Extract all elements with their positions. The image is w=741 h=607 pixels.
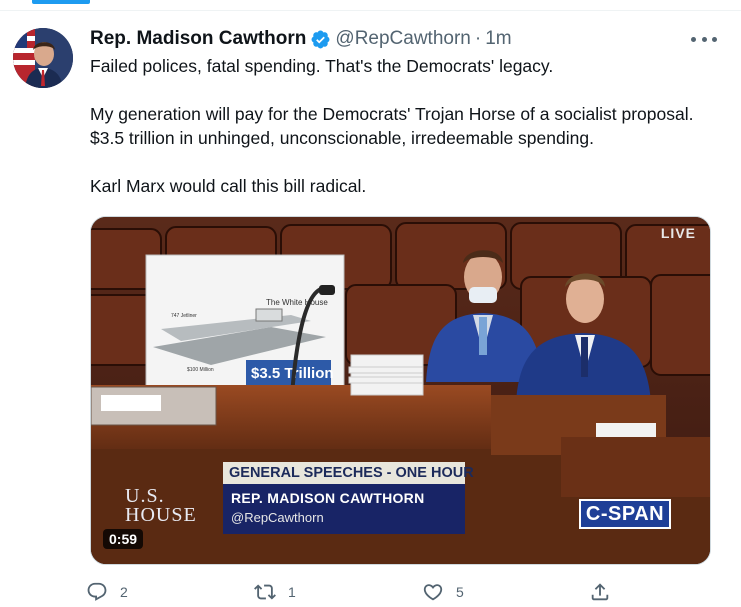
tweet-paragraph: Failed polices, fatal spending. That's t…	[90, 56, 554, 76]
tweet-header: Rep. Madison Cawthorn @RepCawthorn · 1m	[90, 27, 512, 51]
poster-label-bottom: $100 Million	[187, 367, 214, 373]
us-house-logo: U.S. HOUSE	[125, 486, 197, 526]
retweet-icon	[254, 584, 276, 600]
lower-third-title: GENERAL SPEECHES - ONE HOUR	[223, 462, 474, 484]
like-button[interactable]: 5	[422, 581, 464, 603]
retweet-count: 1	[288, 584, 296, 600]
tweet-text: Failed polices, fatal spending. That's t…	[90, 54, 720, 198]
live-badge: LIVE	[660, 225, 696, 241]
like-count: 5	[456, 584, 464, 600]
like-icon	[423, 584, 443, 601]
tweet-actions: 2 1 5	[86, 581, 626, 605]
video-player[interactable]: The White House 747 Jetliner $100 Millio…	[90, 216, 711, 565]
display-name[interactable]: Rep. Madison Cawthorn	[90, 28, 306, 50]
active-tab-indicator	[32, 0, 90, 4]
retweet-button[interactable]: 1	[254, 581, 296, 603]
lower-third-banner: GENERAL SPEECHES - ONE HOUR REP. MADISON…	[223, 462, 474, 534]
reply-count: 2	[120, 584, 128, 600]
house-logo-line2: HOUSE	[125, 504, 197, 526]
timestamp[interactable]: 1m	[485, 28, 511, 50]
lower-third-handle: @RepCawthorn	[231, 510, 324, 525]
video-elapsed-time: 0:59	[103, 529, 144, 549]
cspan-logo: C-SPAN	[579, 499, 671, 529]
avatar[interactable]	[13, 28, 73, 88]
share-button[interactable]	[589, 581, 611, 603]
poster-heading: The White House	[266, 298, 328, 307]
user-handle[interactable]: @RepCawthorn	[335, 28, 470, 50]
reply-button[interactable]: 2	[86, 581, 128, 603]
tweet-paragraph: Karl Marx would call this bill radical.	[90, 176, 367, 196]
avatar-photo	[13, 28, 73, 88]
poster-label-left: 747 Jetliner	[171, 313, 197, 319]
share-icon	[591, 583, 609, 601]
verified-badge-icon	[310, 29, 331, 50]
lower-third-name: REP. MADISON CAWTHORN	[231, 490, 425, 506]
separator-dot: ·	[474, 28, 482, 49]
tweet-paragraph: My generation will pay for the Democrats…	[90, 104, 694, 148]
more-options-icon[interactable]	[691, 29, 717, 49]
tweet[interactable]: Rep. Madison Cawthorn @RepCawthorn · 1m …	[0, 11, 741, 607]
reply-icon	[87, 582, 107, 601]
